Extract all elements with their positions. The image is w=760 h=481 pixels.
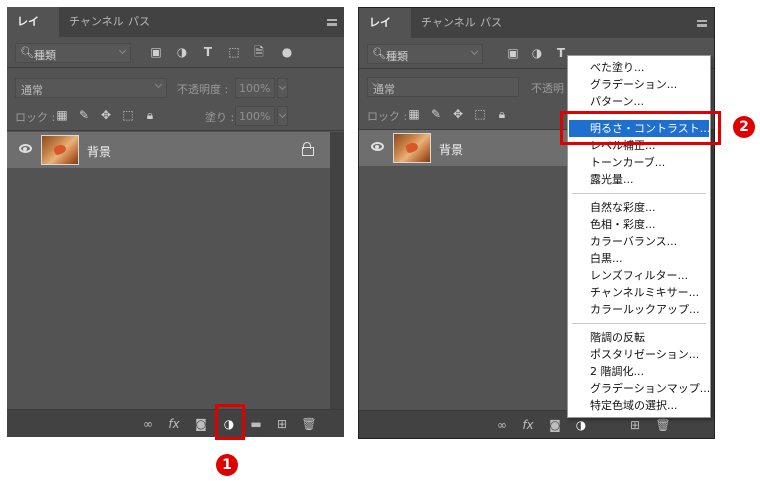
chevron-down-icon — [470, 47, 479, 56]
type-filter-icon[interactable]: T — [200, 45, 216, 59]
panel-footer: ∞ fx ◙ ◑ ▬ ⊞ 🗑︎ — [7, 409, 344, 437]
menu-item-color-lookup[interactable]: カラールックアップ... — [569, 301, 709, 318]
eye-icon[interactable] — [371, 142, 384, 151]
trash-icon[interactable]: 🗑︎ — [301, 416, 317, 432]
tab-paths[interactable]: パス — [470, 8, 512, 38]
lock-label: ロック : — [15, 111, 56, 124]
blend-mode-select[interactable]: 通常 — [15, 78, 167, 98]
menu-item-channel-mixer[interactable]: チャンネルミキサー... — [569, 284, 709, 301]
smart-object-filter-icon[interactable]: 🗎︎ — [251, 45, 267, 59]
menu-item-curves[interactable]: トーンカーブ... — [569, 154, 709, 171]
menu-item-invert[interactable]: 階調の反転 — [569, 329, 709, 346]
layer-name: 背景 — [439, 143, 464, 157]
new-layer-icon[interactable]: ⊞ — [627, 417, 643, 433]
lock-icon — [302, 142, 314, 156]
menu-item-photo-filter[interactable]: レンズフィルター... — [569, 267, 709, 284]
lock-all-icon[interactable]: 🔒︎ — [495, 107, 509, 121]
menu-item-exposure[interactable]: 露光量... — [569, 171, 709, 188]
menu-item-gradient[interactable]: グラデーション... — [569, 76, 709, 93]
panel-menu-icon[interactable] — [697, 20, 707, 27]
lock-label: ロック : — [367, 110, 408, 123]
mask-icon[interactable]: ◙ — [547, 417, 563, 433]
tab-layers[interactable]: レイヤー — [359, 8, 411, 59]
adjustment-filter-icon[interactable]: ◑ — [529, 46, 545, 60]
menu-item-solid-color[interactable]: べた塗り... — [569, 59, 709, 76]
filter-kind-label: 種類 — [386, 50, 408, 63]
opacity-input[interactable]: 100% — [235, 78, 275, 98]
menu-item-hue-saturation[interactable]: 色相・彩度... — [569, 216, 709, 233]
opacity-label: 不透明度 : — [177, 83, 229, 96]
eye-icon[interactable] — [19, 144, 32, 153]
link-icon[interactable]: ∞ — [494, 417, 510, 433]
lock-brush-icon[interactable]: ✎ — [77, 108, 91, 122]
filter-toggle-icon[interactable]: ● — [279, 45, 295, 59]
new-layer-icon[interactable]: ⊞ — [274, 416, 290, 432]
lock-position-icon[interactable]: ✥ — [99, 108, 113, 122]
fx-icon[interactable]: fx — [166, 416, 182, 432]
adjustment-layer-icon[interactable]: ◑ — [573, 417, 589, 433]
adjustment-layer-menu: べた塗り... グラデーション... パターン... 明るさ・コントラスト...… — [567, 55, 711, 418]
lock-transparent-icon[interactable]: ▦ — [55, 108, 69, 122]
opacity-dropdown[interactable] — [277, 78, 288, 98]
layers-panel-left: レイヤー チャンネル パス 🔍︎ 種類 ▣ ◑ T ⬚ 🗎︎ ● 通常 不透明度… — [7, 7, 344, 437]
mask-icon[interactable]: ◙ — [193, 416, 209, 432]
trash-icon[interactable]: 🗑︎ — [655, 417, 671, 433]
filter-row: 🔍︎ 種類 ▣ ◑ T ⬚ 🗎︎ ● — [7, 37, 344, 66]
panel-menu-icon[interactable] — [327, 19, 337, 26]
filter-kind-select[interactable]: 🔍︎ 種類 — [15, 43, 131, 63]
pixel-filter-icon[interactable]: ▣ — [505, 46, 521, 60]
shape-filter-icon[interactable]: ⬚ — [226, 45, 242, 59]
menu-item-color-balance[interactable]: カラーバランス... — [569, 233, 709, 250]
lock-row: ロック : ▦ ✎ ✥ ⬚ 🔒︎ 塗り : 100% — [7, 101, 344, 130]
chevron-down-icon — [118, 46, 127, 55]
adjustment-filter-icon[interactable]: ◑ — [174, 45, 190, 59]
link-icon[interactable]: ∞ — [140, 416, 156, 432]
search-icon: 🔍︎ — [372, 47, 386, 60]
chevron-down-icon — [154, 80, 163, 89]
opacity-label: 不透明 — [531, 82, 564, 95]
filter-kind-label: 種類 — [34, 49, 56, 62]
menu-item-selective-color[interactable]: 特定色域の選択... — [569, 397, 709, 414]
step-badge-1: 1 — [216, 454, 238, 476]
menu-item-threshold[interactable]: 2 階調化... — [569, 363, 709, 380]
callout-box-1 — [215, 404, 245, 440]
menu-item-gradient-map[interactable]: グラデーションマップ... — [569, 380, 710, 397]
menu-item-vibrance[interactable]: 自然な彩度... — [569, 199, 709, 216]
folder-icon[interactable]: ▬ — [248, 416, 264, 432]
fill-input[interactable]: 100% — [235, 106, 275, 126]
step-badge-2: 2 — [733, 116, 755, 138]
filter-kind-select[interactable]: 🔍︎ 種類 — [367, 44, 483, 64]
scrollbar[interactable] — [330, 132, 344, 409]
blend-mode-select[interactable]: 通常 — [367, 77, 519, 97]
lock-transparent-icon[interactable]: ▦ — [407, 107, 421, 121]
tab-layers[interactable]: レイヤー — [7, 7, 59, 58]
blend-row: 通常 不透明度 : 100% — [7, 73, 344, 102]
fx-icon[interactable]: fx — [520, 417, 536, 433]
fill-label: 塗り : — [205, 111, 235, 124]
panel-tabs: レイヤー チャンネル パス — [7, 7, 344, 58]
layer-thumbnail — [41, 135, 79, 165]
lock-position-icon[interactable]: ✥ — [451, 107, 465, 121]
menu-item-pattern[interactable]: パターン... — [569, 93, 709, 110]
tab-paths[interactable]: パス — [118, 7, 160, 37]
menu-item-posterize[interactable]: ポスタリゼーション... — [569, 346, 709, 363]
callout-box-2 — [560, 111, 721, 145]
lock-artboard-icon[interactable]: ⬚ — [473, 107, 487, 121]
lock-brush-icon[interactable]: ✎ — [429, 107, 443, 121]
pixel-filter-icon[interactable]: ▣ — [148, 45, 164, 59]
lock-artboard-icon[interactable]: ⬚ — [121, 108, 135, 122]
search-icon: 🔍︎ — [20, 46, 34, 59]
menu-item-black-white[interactable]: 白黒... — [569, 250, 709, 267]
blend-mode-value: 通常 — [21, 84, 43, 97]
layer-row-background[interactable]: 背景 — [7, 132, 330, 168]
lock-all-icon[interactable]: 🔒︎ — [143, 108, 157, 122]
layer-thumbnail — [393, 133, 431, 163]
panel-tabs: レイヤー チャンネル パス — [359, 8, 714, 59]
layer-name: 背景 — [87, 145, 112, 159]
fill-dropdown[interactable] — [277, 106, 288, 126]
